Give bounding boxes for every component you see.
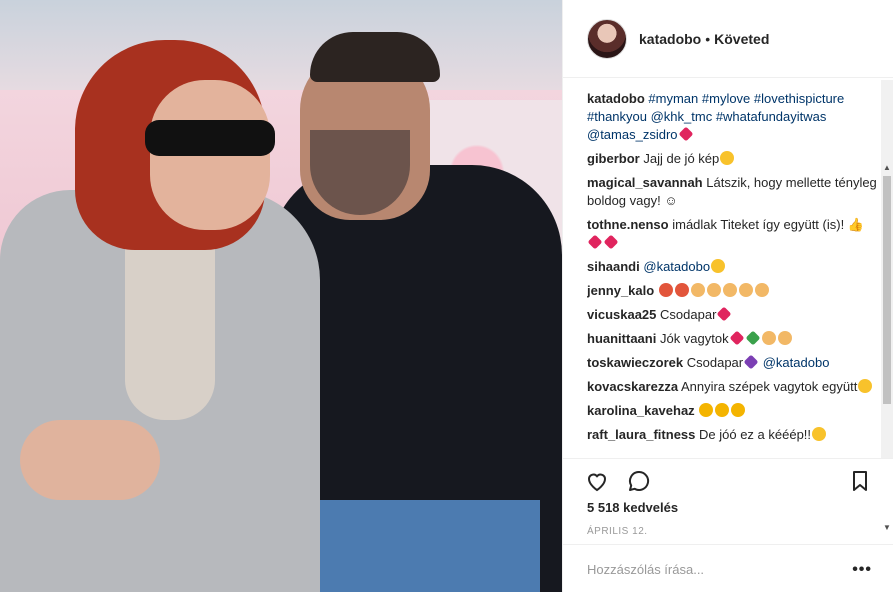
comment-username[interactable]: jenny_kalo [587, 283, 654, 298]
man-hair [310, 32, 440, 82]
comment-item: toskawieczorek Csodapar @katadobo [587, 354, 877, 372]
star-emoji-icon [731, 403, 746, 417]
comment-mention[interactable]: @katadobo [763, 355, 830, 370]
scroll-down-arrow-icon[interactable]: ▼ [883, 524, 891, 532]
ok-emoji-icon [761, 331, 776, 345]
ok-emoji-icon [706, 283, 721, 297]
comment-item: huanittaani Jók vagytok [587, 330, 877, 348]
green-emoji-icon [745, 330, 761, 346]
comment-username[interactable]: giberbor [587, 151, 640, 166]
comment-username[interactable]: huanittaani [587, 331, 656, 346]
heart-outline-icon[interactable] [585, 469, 609, 493]
add-comment-bar: ••• [563, 544, 893, 592]
comment-item: tothne.nenso imádlak Titeket így együtt … [587, 216, 877, 252]
speech-bubble-icon[interactable] [627, 469, 651, 493]
ok-emoji-icon [738, 283, 753, 297]
burst-emoji-icon [658, 283, 673, 297]
comment-username[interactable]: tothne.nenso [587, 217, 669, 232]
sunglasses [145, 120, 275, 156]
scrollbar-thumb[interactable] [883, 176, 891, 404]
action-bar [563, 458, 893, 498]
face-emoji-icon [858, 379, 873, 393]
comment-username[interactable]: sihaandi [587, 259, 640, 274]
post-photo[interactable] [0, 0, 562, 592]
ok-emoji-icon [722, 283, 737, 297]
like-count[interactable]: 5 518 kedvelés [587, 500, 678, 515]
background-people [0, 0, 562, 90]
comment-item: vicuskaa25 Csodapar [587, 306, 877, 324]
star-emoji-icon [715, 403, 730, 417]
comment-username[interactable]: raft_laura_fitness [587, 427, 695, 442]
comment-text: Csodapar [686, 355, 744, 370]
caption-username[interactable]: katadobo [587, 91, 645, 106]
comment-text: De jóó ez a kééép!! [699, 427, 812, 442]
comment-text: Annyira szépek vagytok együtt [680, 379, 858, 394]
comment-username[interactable]: karolina_kavehaz [587, 403, 695, 418]
comment-item: raft_laura_fitness De jóó ez a kééép!! [587, 426, 877, 444]
avatar[interactable] [587, 18, 627, 59]
face-emoji-icon [711, 259, 726, 273]
comment-text: Jajj de jó kép [643, 151, 720, 166]
comment-text: Csodapar [660, 307, 717, 322]
heart-emoji-icon [716, 306, 732, 322]
more-options-icon[interactable]: ••• [852, 561, 872, 579]
ok-emoji-icon [690, 283, 705, 297]
header-text: katadobo • Követed [639, 31, 769, 47]
heart-emoji-icon [587, 234, 603, 250]
header-separator: • [705, 30, 711, 47]
scroll-up-arrow-icon[interactable]: ▲ [883, 164, 891, 172]
ok-emoji-icon [777, 331, 792, 345]
burst-emoji-icon [674, 283, 689, 297]
clasped-hands [20, 420, 160, 500]
comment-item: karolina_kavehaz [587, 402, 877, 420]
comment-item: magical_savannah Látszik, hogy mellette … [587, 174, 877, 210]
comment-item: sihaandi @katadobo [587, 258, 877, 276]
heart-emoji-icon [678, 126, 693, 142]
post-modal: katadobo • Követed katadobo #myman #mylove… [0, 0, 893, 592]
post-date[interactable]: ÁPRILIS 12. [587, 526, 648, 537]
caption: katadobo #myman #mylove #lovethispicture… [587, 90, 877, 144]
post-side-panel: katadobo • Követed katadobo #myman #mylove… [562, 0, 893, 592]
comments-scrollbar[interactable]: ▲ ▼ [881, 80, 893, 532]
header-username[interactable]: katadobo [639, 31, 701, 47]
comment-text: Jók vagytok [659, 331, 729, 346]
comment-username[interactable]: magical_savannah [587, 175, 703, 190]
comments-list: katadobo #myman #mylove #lovethispicture… [587, 90, 877, 456]
comment-username[interactable]: vicuskaa25 [587, 307, 656, 322]
comment-mention[interactable]: @katadobo [643, 259, 710, 274]
face-emoji-icon [720, 151, 735, 165]
follow-status-button[interactable]: Követed [714, 31, 769, 47]
heart-emoji-icon [603, 234, 619, 250]
face-emoji-icon [812, 427, 827, 441]
bookmark-icon[interactable] [848, 469, 872, 493]
comment-item: giberbor Jajj de jó kép [587, 150, 877, 168]
heart-emoji-icon [729, 330, 745, 346]
comment-text: imádlak Titeket így együtt (is)! 👍 [672, 217, 864, 232]
comment-input[interactable] [587, 560, 837, 578]
comment-item: jenny_kalo [587, 282, 877, 300]
purple-emoji-icon [743, 354, 759, 370]
ok-emoji-icon [754, 283, 769, 297]
comment-item: kovacskarezza Annyira szépek vagytok egy… [587, 378, 877, 396]
comment-username[interactable]: toskawieczorek [587, 355, 683, 370]
star-emoji-icon [699, 403, 714, 417]
comment-username[interactable]: kovacskarezza [587, 379, 678, 394]
post-header: katadobo • Követed [563, 0, 893, 78]
